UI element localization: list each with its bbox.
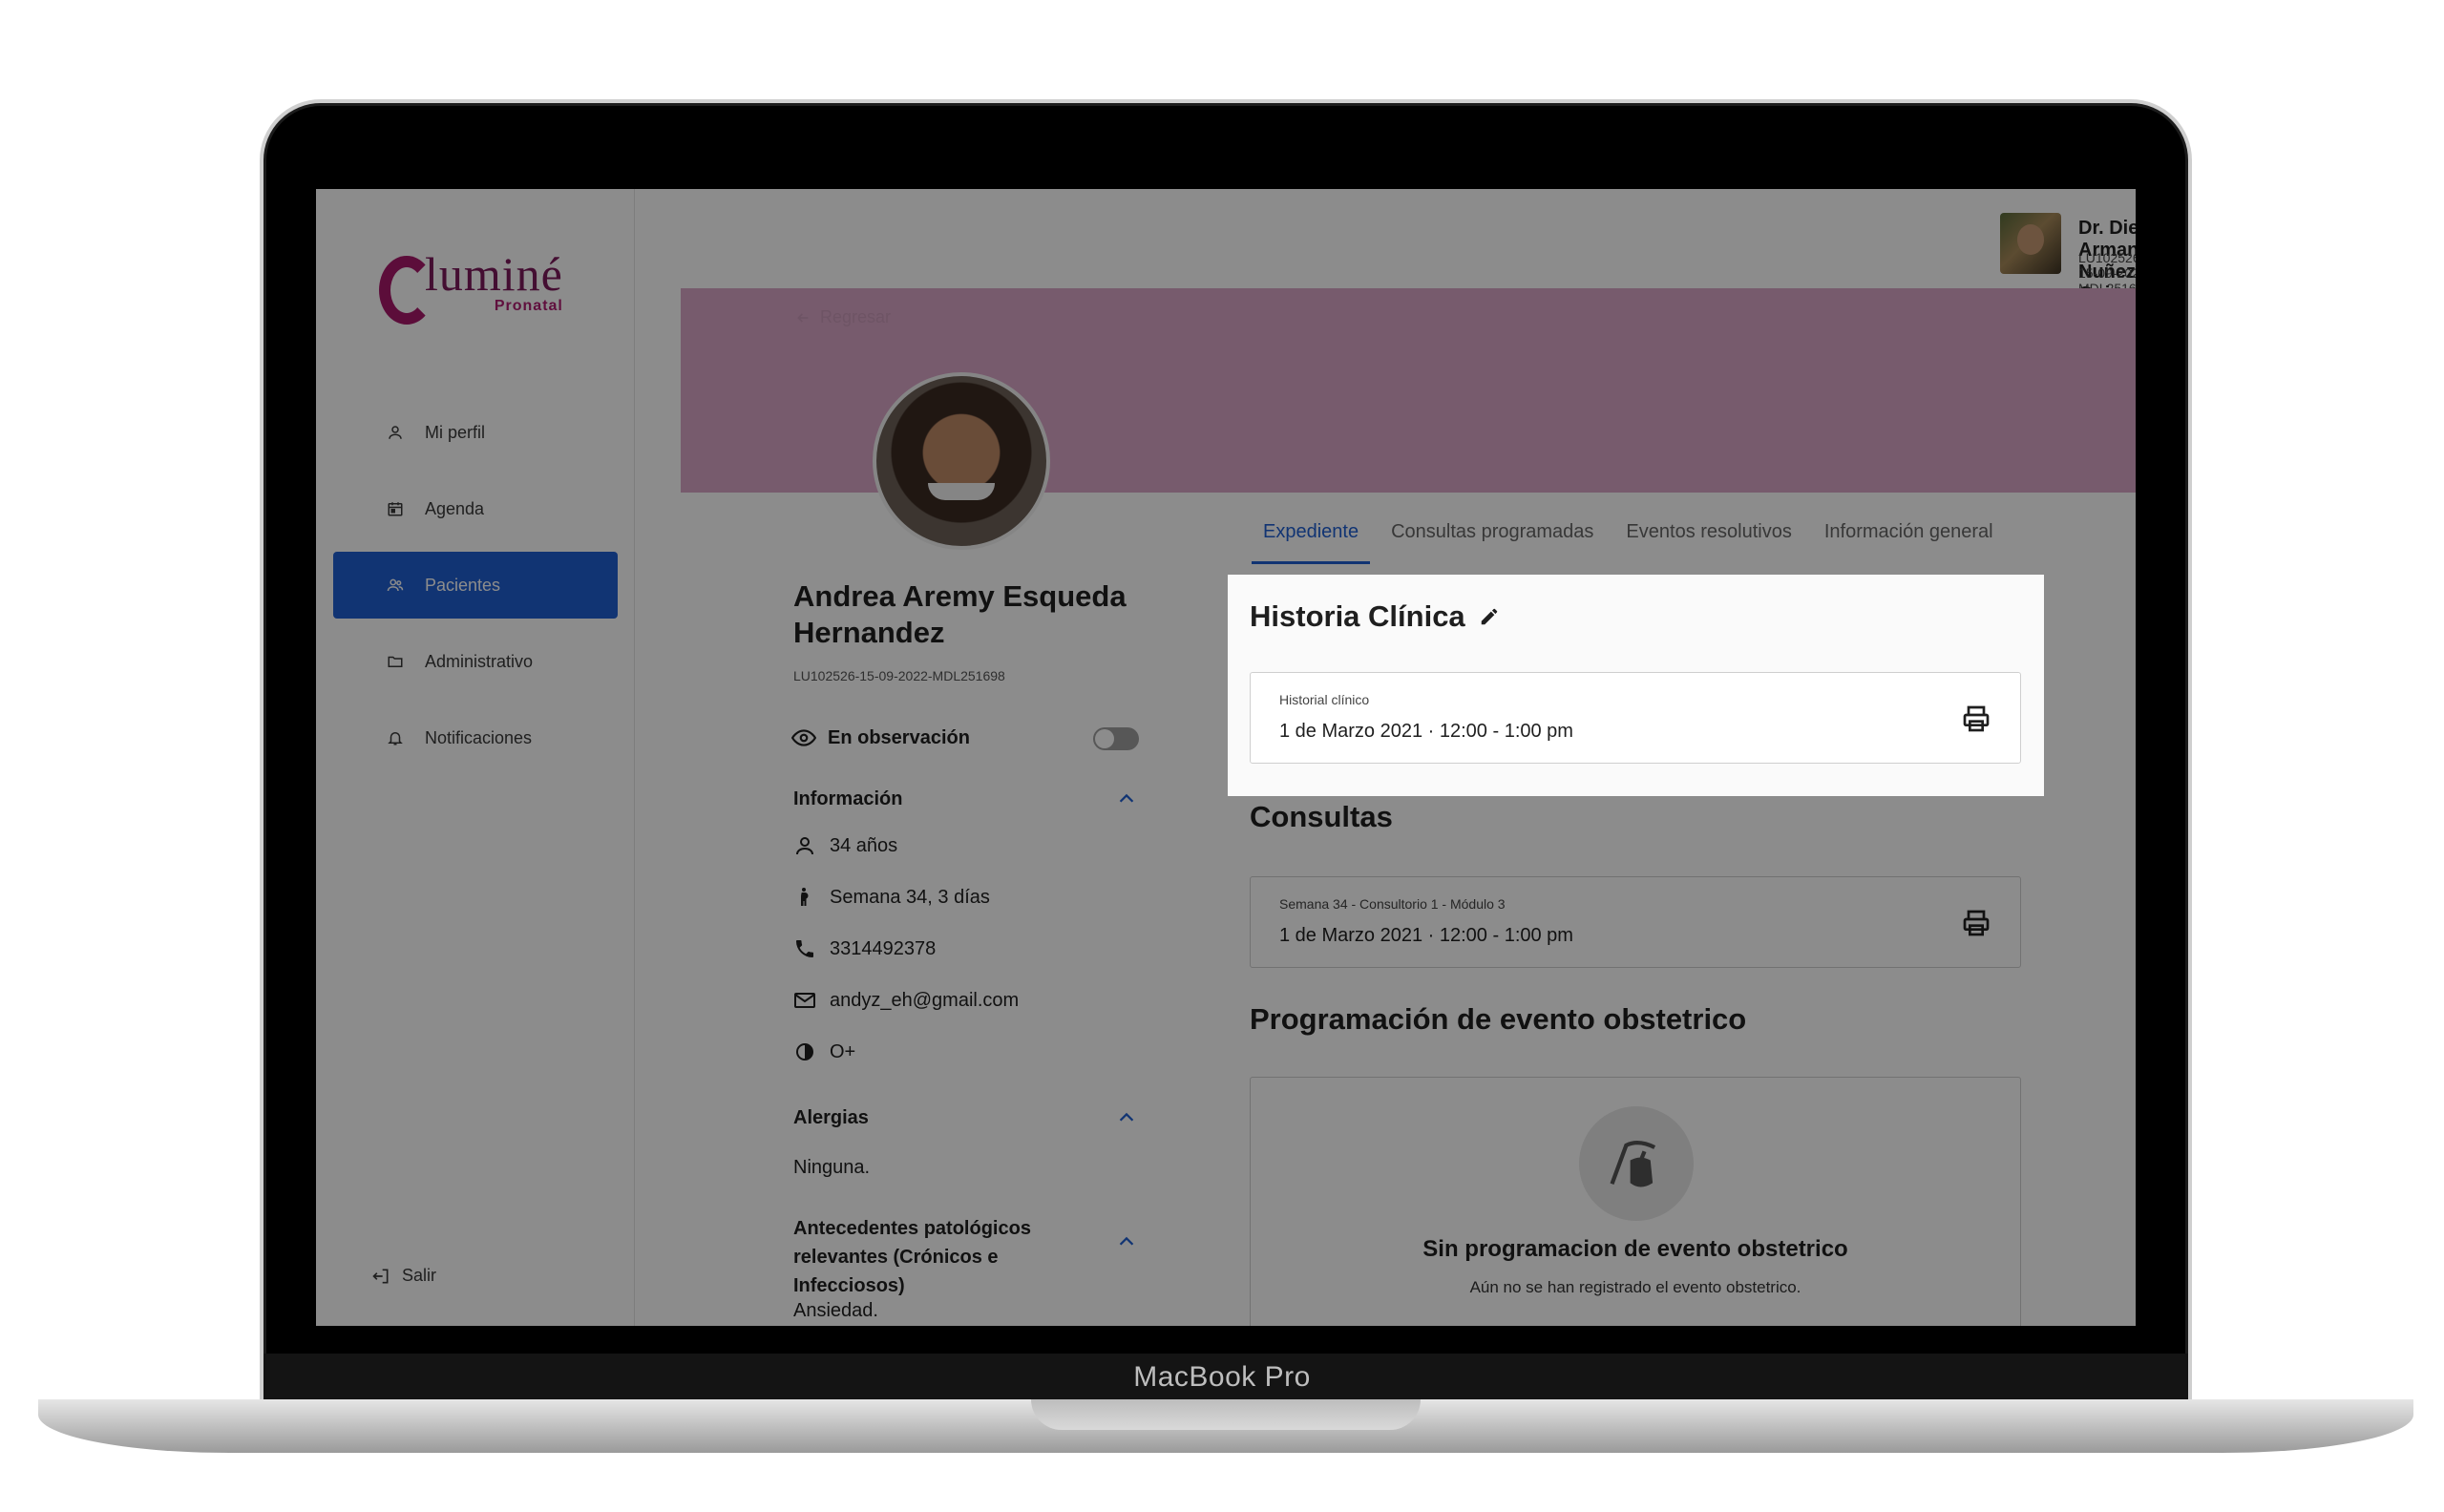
tab-consultas-programadas[interactable]: Consultas programadas bbox=[1391, 521, 1593, 564]
observation-row: En observación bbox=[791, 725, 1139, 750]
consultations-heading: Consultas bbox=[1250, 800, 1393, 834]
consultation-item[interactable]: Semana 34 - Consultorio 1 - Módulo 3 1 d… bbox=[1250, 876, 2021, 968]
age-row: 34 años bbox=[793, 834, 897, 857]
patient-email: andyz_eh@gmail.com bbox=[830, 989, 1020, 1011]
user-icon bbox=[389, 426, 402, 439]
patient-phone: 3314492378 bbox=[830, 937, 937, 959]
sidebar-item-notificaciones[interactable]: Notificaciones bbox=[333, 704, 618, 771]
patient-id: LU102526-15-09-2022-MDL251698 bbox=[793, 668, 1005, 683]
allergies-section-header[interactable]: Alergias bbox=[793, 1103, 1137, 1132]
printer-icon[interactable] bbox=[1961, 908, 1991, 938]
phone-row: 3314492378 bbox=[793, 937, 936, 960]
history-section-title: Antecedentes patológicos relevantes (Cró… bbox=[793, 1218, 1031, 1296]
contrast-icon bbox=[796, 1043, 813, 1060]
logout-button[interactable]: Salir bbox=[371, 1266, 436, 1286]
tab-eventos-resolutivos[interactable]: Eventos resolutivos bbox=[1626, 521, 1791, 564]
device-label: MacBook Pro bbox=[1133, 1361, 1311, 1393]
patient-allergies: Ninguna. bbox=[793, 1157, 871, 1178]
history-section-header[interactable]: Antecedentes patológicos relevantes (Cró… bbox=[793, 1214, 1137, 1300]
back-button[interactable]: Regresar bbox=[795, 307, 891, 327]
patient-photo bbox=[873, 372, 1050, 550]
app-screen: luminé Pronatal Mi perfil Agenda Pacient… bbox=[316, 189, 2136, 1326]
patient-blood: O+ bbox=[830, 1040, 856, 1062]
chevron-up-icon[interactable] bbox=[1116, 788, 1137, 809]
pregnancy-row: Semana 34, 3 días bbox=[793, 886, 990, 909]
empty-state-subtitle: Aún no se han registrado el evento obste… bbox=[1469, 1278, 1801, 1296]
stork-icon bbox=[1610, 1141, 1656, 1187]
logout-icon bbox=[372, 1269, 389, 1283]
sidebar-item-label: Agenda bbox=[425, 498, 485, 518]
sidebar-item-label: Mi perfil bbox=[425, 422, 486, 442]
blood-row: O+ bbox=[793, 1040, 855, 1063]
tab-informacion-general[interactable]: Información general bbox=[1824, 521, 1993, 564]
patient-tabs: Expediente Consultas programadas Eventos… bbox=[1251, 521, 2026, 564]
sidebar-item-label: Administrativo bbox=[425, 651, 534, 671]
arrow-left-icon bbox=[797, 312, 809, 323]
mail-icon bbox=[794, 993, 815, 1008]
clinical-history-title: Historia Clínica bbox=[1250, 599, 1465, 633]
clinical-record-item[interactable]: Historial clínico 1 de Marzo 2021 · 12:0… bbox=[1250, 672, 2021, 764]
consultations-title: Consultas bbox=[1250, 800, 1393, 833]
observation-label: En observación bbox=[828, 726, 970, 748]
sidebar-item-pacientes[interactable]: Pacientes bbox=[333, 552, 618, 619]
chevron-up-icon[interactable] bbox=[1116, 1107, 1137, 1128]
sidebar-item-mi-perfil[interactable]: Mi perfil bbox=[333, 399, 618, 466]
info-section-header[interactable]: Información bbox=[793, 785, 1137, 813]
sidebar-item-administrativo[interactable]: Administrativo bbox=[333, 628, 618, 695]
pregnant-woman-icon bbox=[801, 888, 809, 906]
top-bar: Dr. Diego Armando Nuñez Quiroz LU102526-… bbox=[635, 189, 2136, 304]
folder-icon bbox=[388, 656, 403, 667]
tab-expediente[interactable]: Expediente bbox=[1251, 521, 1371, 564]
allergies-section-title: Alergias bbox=[793, 1107, 869, 1128]
empty-state-title: Sin programacion de evento obstetrico bbox=[1422, 1236, 1848, 1262]
sidebar-item-label: Notificaciones bbox=[425, 727, 533, 747]
person-icon bbox=[796, 837, 813, 855]
laptop-notch bbox=[1031, 1399, 1421, 1430]
consultation-date: 1 de Marzo 2021 · 12:00 - 1:00 pm bbox=[1279, 925, 1573, 946]
obstetric-empty-state: Sin programacion de evento obstetrico Aú… bbox=[1250, 1077, 2021, 1326]
email-row: andyz_eh@gmail.com bbox=[793, 989, 1019, 1012]
bell-icon bbox=[388, 732, 403, 746]
logout-label: Salir bbox=[402, 1266, 437, 1285]
patient-age: 34 años bbox=[830, 834, 898, 856]
chevron-up-icon[interactable] bbox=[1116, 1231, 1137, 1252]
logo-mark-icon bbox=[379, 256, 434, 325]
clinical-history-heading: Historia Clínica bbox=[1250, 599, 1500, 634]
consultation-label: Semana 34 - Consultorio 1 - Módulo 3 bbox=[1279, 896, 1506, 912]
calendar-icon bbox=[388, 502, 403, 516]
users-icon bbox=[387, 578, 404, 592]
info-section-title: Información bbox=[793, 788, 903, 809]
observation-toggle[interactable] bbox=[1093, 727, 1139, 750]
obstetric-heading: Programación de evento obstetrico bbox=[1250, 1002, 1746, 1037]
back-label: Regresar bbox=[820, 307, 892, 326]
sidebar-item-agenda[interactable]: Agenda bbox=[333, 475, 618, 542]
obstetric-title: Programación de evento obstetrico bbox=[1250, 1002, 1747, 1036]
eye-icon bbox=[791, 729, 816, 746]
sidebar-item-label: Pacientes bbox=[425, 575, 501, 595]
record-label: Historial clínico bbox=[1279, 692, 1370, 707]
empty-state-illustration bbox=[1579, 1106, 1694, 1221]
printer-icon[interactable] bbox=[1961, 704, 1991, 734]
sidebar: luminé Pronatal Mi perfil Agenda Pacient… bbox=[316, 189, 635, 1326]
patient-pregnancy: Semana 34, 3 días bbox=[830, 886, 990, 908]
brand-logo[interactable]: luminé Pronatal bbox=[379, 247, 563, 325]
record-date: 1 de Marzo 2021 · 12:00 - 1:00 pm bbox=[1279, 721, 1573, 742]
doctor-avatar[interactable] bbox=[2000, 213, 2061, 274]
logo-name: luminé bbox=[425, 247, 563, 301]
patient-history: Ansiedad. bbox=[793, 1300, 878, 1321]
patient-name: Andrea Aremy Esqueda Hernandez bbox=[793, 579, 1127, 649]
pencil-icon[interactable] bbox=[1479, 606, 1500, 627]
phone-icon bbox=[796, 940, 813, 957]
